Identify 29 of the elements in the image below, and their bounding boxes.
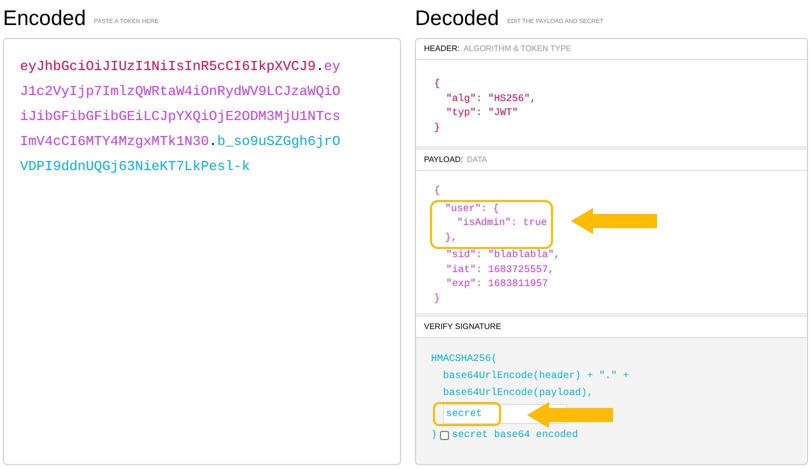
code-line: "typ": "JWT" <box>445 107 518 121</box>
code-line: base64UrlEncode(payload), <box>442 386 594 401</box>
arrow-icon <box>571 208 658 234</box>
code-line: "isAdmin": true <box>456 217 548 231</box>
panel-title: Decoded <box>415 8 500 29</box>
code-line: { <box>434 78 440 92</box>
checkbox-label: secret base64 encoded <box>452 428 578 443</box>
code-line: } <box>434 122 440 136</box>
token-input-field[interactable]: eyJhbGciOiJIUzI1NiIsInR5cCI6IkpXVCJ9.eyJ1c2VyIjp7ImlzQWRtaW4iOnRydWV9LCJzaWQiOiJibGFibGFibGEiLCJpYXQiOjE2ODM3MjU1NTcsImV4cCI6MTY4MzgxMTk1N30.b_so9uSZGgh6jrOVDPI9ddnUQGj63NieKT7LkPesl-k <box>3 38 401 465</box>
section-label: VERIFY SIGNATURE <box>424 321 502 333</box>
panel-title: Encoded <box>3 8 86 29</box>
code-line: }, <box>444 232 458 246</box>
code-line: HMACSHA256( <box>431 352 498 367</box>
code-line: base64UrlEncode(header) + "." + <box>442 370 630 384</box>
code-line: "iat": 1683725557, <box>445 264 554 278</box>
code-line: { <box>434 185 440 199</box>
section-label: PAYLOAD: <box>424 154 463 166</box>
section-sublabel: DATA <box>466 154 487 166</box>
arrow-icon <box>527 402 613 428</box>
code-line: } <box>434 292 440 306</box>
token-text: eyJhbGciOiJIUzI1NiIsInR5cCI6IkpXVCJ9.eyJ1c2VyIjp7ImlzQWRtaW4iOnRydWV9LCJzaWQiOiJibGFibGFibGEiLCJpYXQiOjE2ODM3MjU1NTcsImV4cCI6MTY4MzgxMTk1N30.b_so9uSZGgh6jrOVDPI9ddnUQGj63NieKT7LkPesl-k <box>20 59 342 177</box>
checkbox[interactable] <box>440 431 450 440</box>
code-line: "exp": 1683811957 <box>445 278 548 292</box>
section-sublabel: ALGORITHM & TOKEN TYPE <box>464 43 572 55</box>
code-line: ) <box>431 428 438 443</box>
code-line: "sid": "blablabla", <box>445 249 560 263</box>
code-line: "alg": "HS256", <box>445 92 536 106</box>
section-label: HEADER: <box>424 43 460 55</box>
code-line: "user": { <box>444 202 500 216</box>
